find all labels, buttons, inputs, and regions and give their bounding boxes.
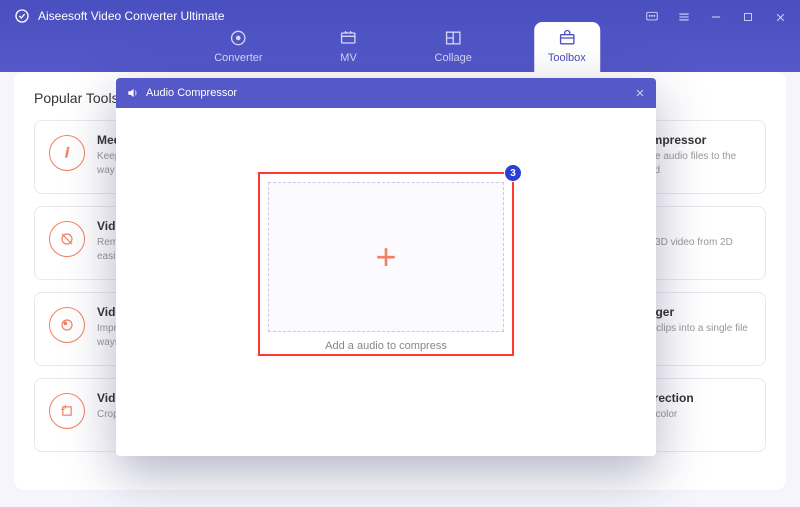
tab-label: Toolbox <box>548 52 586 64</box>
app-title: Aiseesoft Video Converter Ultimate <box>38 9 225 23</box>
modal-title: Audio Compressor <box>146 87 237 99</box>
menu-button[interactable] <box>670 6 698 28</box>
tab-label: MV <box>340 52 357 64</box>
close-button[interactable] <box>766 6 794 28</box>
modal-close-button[interactable] <box>634 87 646 99</box>
toolbox-icon <box>557 28 577 48</box>
collage-icon <box>443 28 463 48</box>
maximize-button[interactable] <box>734 6 762 28</box>
app-logo-icon <box>14 8 30 24</box>
tab-collage[interactable]: Collage <box>421 22 486 72</box>
tab-label: Converter <box>214 52 262 64</box>
app-logo: Aiseesoft Video Converter Ultimate <box>14 8 225 24</box>
speaker-icon <box>126 86 140 100</box>
converter-icon <box>228 28 248 48</box>
minimize-button[interactable] <box>702 6 730 28</box>
tool-icon: i <box>49 135 85 171</box>
tool-icon <box>49 221 85 257</box>
feedback-button[interactable] <box>638 6 666 28</box>
tab-mv[interactable]: MV <box>325 22 373 72</box>
add-audio-dropzone[interactable]: + <box>268 182 504 332</box>
mv-icon <box>339 28 359 48</box>
tab-label: Collage <box>435 52 472 64</box>
tab-converter[interactable]: Converter <box>200 22 276 72</box>
tool-icon <box>49 393 85 429</box>
svg-text:i: i <box>66 145 70 160</box>
tab-toolbox[interactable]: Toolbox <box>534 22 600 72</box>
drop-label: Add a audio to compress <box>260 340 512 352</box>
drop-highlight-frame: 3 + Add a audio to compress <box>258 172 514 356</box>
plus-icon: + <box>375 239 396 275</box>
step-badge: 3 <box>504 164 522 182</box>
audio-compressor-modal: Audio Compressor 3 + Add a audio to comp… <box>116 78 656 456</box>
tool-icon <box>49 307 85 343</box>
